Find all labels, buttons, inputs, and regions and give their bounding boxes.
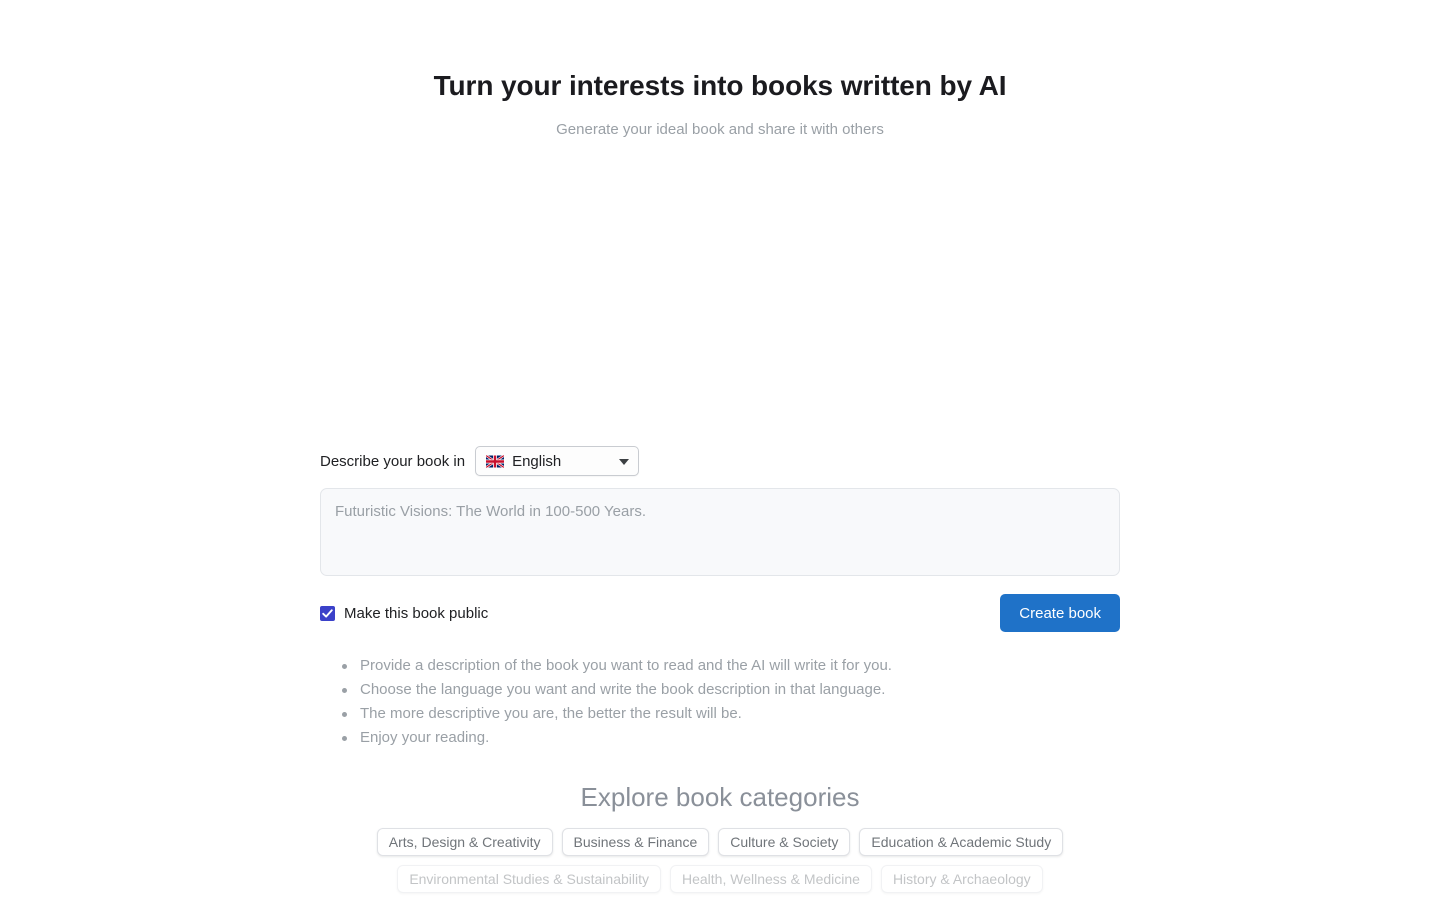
category-chip[interactable]: Education & Academic Study — [859, 827, 1064, 856]
language-row: Describe your book in English — [320, 444, 1120, 478]
category-chip[interactable]: Arts, Design & Creativity — [376, 827, 553, 856]
category-chip[interactable]: Business & Finance — [561, 827, 710, 856]
chevron-down-icon — [619, 459, 630, 466]
make-public-group[interactable]: Make this book public — [320, 605, 488, 622]
hero-section: Turn your interests into books written b… — [0, 0, 1440, 140]
form-action-row: Make this book public Create book — [320, 594, 1120, 633]
list-item: Enjoy your reading. — [342, 726, 1120, 750]
list-item: Provide a description of the book you wa… — [342, 654, 1120, 678]
ad-slot — [320, 162, 1120, 445]
category-chip[interactable]: History & Archaeology — [880, 864, 1043, 893]
category-chip[interactable]: Environmental Studies & Sustainability — [397, 864, 661, 893]
language-select[interactable]: English — [475, 446, 640, 477]
category-chip[interactable]: Health, Wellness & Medicine — [670, 864, 872, 893]
uk-flag-icon — [486, 454, 505, 468]
language-label: Describe your book in — [320, 452, 466, 470]
category-chip-row-2: Environmental Studies & Sustainability H… — [320, 864, 1120, 893]
page-title: Turn your interests into books written b… — [433, 70, 1007, 101]
book-form: Describe your book in English Futuristic… — [320, 444, 1120, 900]
book-description-input[interactable] — [320, 488, 1120, 577]
make-public-label[interactable]: Make this book public — [344, 605, 488, 622]
language-selected-value: English — [512, 452, 562, 470]
page-root: Turn your interests into books written b… — [0, 0, 1440, 900]
make-public-checkbox[interactable] — [320, 605, 335, 621]
categories-section: Explore book categories Arts, Design & C… — [320, 782, 1120, 900]
create-book-button[interactable]: Create book — [1000, 594, 1120, 633]
tips-list: Provide a description of the book you wa… — [320, 654, 1120, 750]
category-chip-row-1: Arts, Design & Creativity Business & Fin… — [320, 827, 1120, 856]
list-item: The more descriptive you are, the better… — [342, 702, 1120, 726]
categories-heading: Explore book categories — [580, 782, 860, 813]
category-chip[interactable]: Culture & Society — [718, 827, 851, 856]
list-item: Choose the language you want and write t… — [342, 678, 1120, 702]
page-subtitle: Generate your ideal book and share it wi… — [556, 121, 884, 139]
